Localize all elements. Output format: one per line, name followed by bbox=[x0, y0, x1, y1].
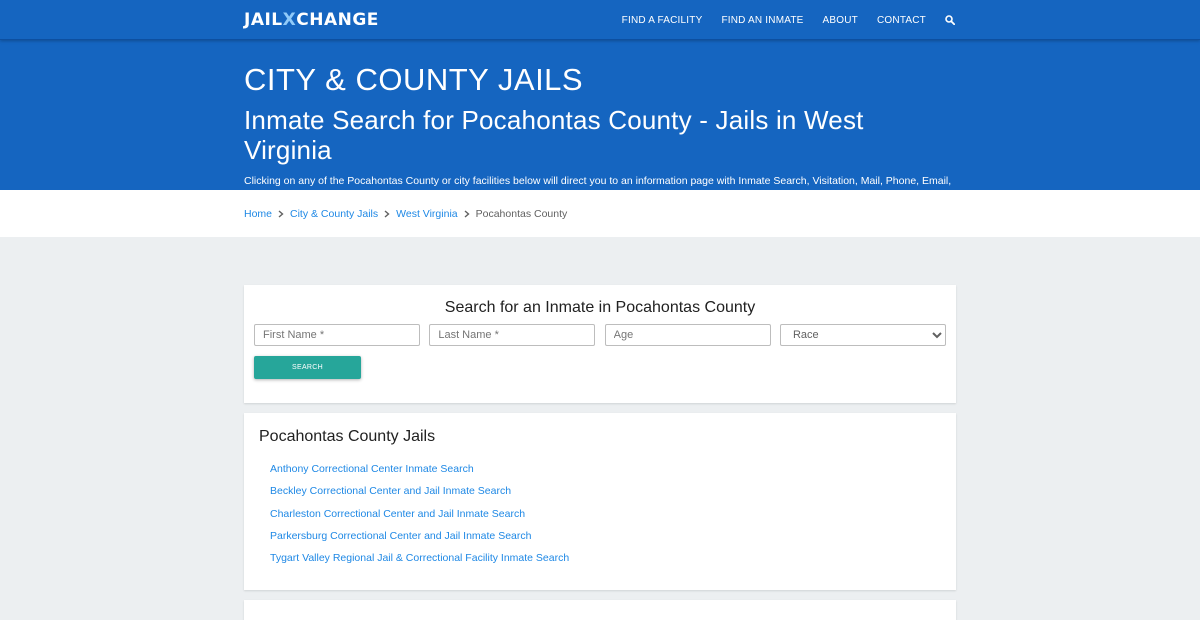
breadcrumb-current: Pocahontas County bbox=[475, 207, 568, 220]
chevron-right-icon bbox=[464, 209, 470, 218]
logo-x-icon: X bbox=[282, 10, 297, 30]
search-button[interactable]: SEARCH bbox=[254, 356, 361, 379]
first-name-input[interactable] bbox=[254, 324, 420, 346]
logo-text-change: CHANGE bbox=[296, 10, 379, 30]
chevron-right-icon bbox=[384, 209, 390, 218]
nav-find-inmate[interactable]: FIND AN INMATE bbox=[721, 15, 803, 26]
breadcrumb: Home City & County Jails West Virginia P… bbox=[0, 190, 1200, 237]
site-logo[interactable]: JAIL X CHANGE bbox=[244, 10, 379, 30]
next-card-partial bbox=[244, 600, 956, 620]
jail-link-charleston[interactable]: Charleston Correctional Center and Jail … bbox=[270, 508, 525, 520]
age-input[interactable] bbox=[604, 324, 771, 346]
page-subtitle: Inmate Search for Pocahontas County - Ja… bbox=[244, 105, 864, 165]
jails-title: Pocahontas County Jails bbox=[259, 428, 436, 445]
nav-contact[interactable]: CONTACT bbox=[877, 15, 926, 26]
jail-link-tygart-valley[interactable]: Tygart Valley Regional Jail & Correction… bbox=[270, 552, 569, 564]
jail-link-parkersburg[interactable]: Parkersburg Correctional Center and Jail… bbox=[270, 530, 531, 542]
race-select[interactable]: Race bbox=[779, 324, 946, 346]
nav-find-facility[interactable]: FIND A FACILITY bbox=[622, 15, 703, 26]
inmate-search-card: Search for an Inmate in Pocahontas Count… bbox=[244, 285, 956, 403]
logo-text-jail: JAIL bbox=[244, 10, 283, 30]
search-icon[interactable] bbox=[945, 14, 956, 26]
breadcrumb-west-virginia[interactable]: West Virginia bbox=[396, 208, 457, 220]
last-name-input[interactable] bbox=[429, 324, 596, 346]
breadcrumb-city-county-jails[interactable]: City & County Jails bbox=[290, 208, 378, 220]
main-nav: FIND A FACILITY FIND AN INMATE ABOUT CON… bbox=[603, 0, 956, 40]
jail-link-anthony[interactable]: Anthony Correctional Center Inmate Searc… bbox=[270, 463, 474, 475]
page-title: CITY & COUNTY JAILS bbox=[244, 62, 584, 97]
search-fields: Race bbox=[254, 324, 946, 346]
jails-list-card: Pocahontas County Jails Anthony Correcti… bbox=[244, 413, 956, 590]
jail-link-beckley[interactable]: Beckley Correctional Center and Jail Inm… bbox=[270, 485, 511, 497]
list-item: Charleston Correctional Center and Jail … bbox=[270, 503, 941, 525]
hero-banner: CITY & COUNTY JAILS Inmate Search for Po… bbox=[0, 40, 1200, 201]
list-item: Anthony Correctional Center Inmate Searc… bbox=[270, 458, 941, 480]
list-item: Tygart Valley Regional Jail & Correction… bbox=[270, 547, 941, 569]
nav-about[interactable]: ABOUT bbox=[823, 15, 858, 26]
top-navbar: JAIL X CHANGE FIND A FACILITY FIND AN IN… bbox=[0, 0, 1200, 40]
list-item: Parkersburg Correctional Center and Jail… bbox=[270, 525, 941, 547]
jails-list: Anthony Correctional Center Inmate Searc… bbox=[259, 458, 941, 569]
breadcrumb-home[interactable]: Home bbox=[244, 208, 272, 220]
list-item: Beckley Correctional Center and Jail Inm… bbox=[270, 480, 941, 502]
search-title: Search for an Inmate in Pocahontas Count… bbox=[444, 299, 756, 316]
chevron-right-icon bbox=[278, 209, 284, 218]
